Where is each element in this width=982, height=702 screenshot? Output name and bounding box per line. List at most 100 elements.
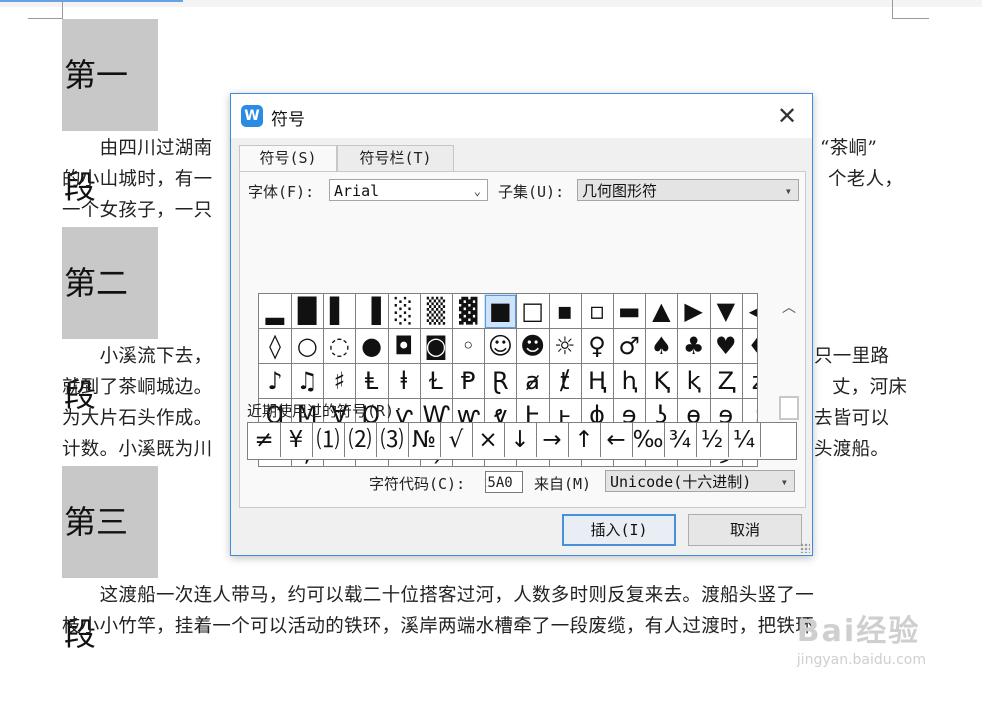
symbol-cell[interactable]: █ bbox=[291, 294, 325, 329]
paragraph-3[interactable]: 这渡船一次连人带马，约可以载二十位搭客过河，人数多时则反复来去。渡船头竖了一 枝… bbox=[62, 580, 814, 642]
char-code-value: 25A0 bbox=[486, 475, 513, 491]
close-icon[interactable]: ✕ bbox=[771, 100, 803, 132]
heading-3[interactable]: 第三段 bbox=[62, 466, 158, 653]
heading-1[interactable]: 第一段 bbox=[62, 19, 158, 206]
recent-symbol-cell[interactable]: ¥ bbox=[280, 423, 313, 457]
dialog-titlebar[interactable]: W 符号 ✕ bbox=[231, 94, 812, 138]
heading-2[interactable]: 第二段 bbox=[62, 227, 158, 414]
font-label: 字体(F): bbox=[248, 183, 315, 201]
scroll-thumb[interactable] bbox=[779, 396, 799, 420]
symbol-cell[interactable]: ♠ bbox=[645, 328, 679, 364]
symbol-cell[interactable]: ▬ bbox=[613, 294, 647, 329]
symbol-cell[interactable]: ⱪ bbox=[677, 363, 711, 399]
recent-symbol-cell[interactable]: ½ bbox=[696, 423, 729, 457]
paragraph-1-right[interactable]: “茶峒” 个老人， bbox=[820, 133, 903, 195]
symbol-cell[interactable]: Ⱬ bbox=[709, 363, 743, 399]
margin-mark-left bbox=[28, 0, 63, 19]
recent-symbol-cell[interactable]: ¾ bbox=[664, 423, 697, 457]
symbol-cell[interactable]: ▓ bbox=[452, 294, 486, 329]
subset-select[interactable]: 几何图形符 ▾ bbox=[577, 179, 799, 201]
recent-symbol-cell[interactable]: → bbox=[536, 423, 569, 457]
recent-symbol-cell[interactable]: № bbox=[408, 423, 441, 457]
symbol-cell[interactable]: ☼ bbox=[548, 328, 582, 364]
symbol-cell[interactable]: ◊ bbox=[259, 328, 292, 364]
cancel-button[interactable]: 取消 bbox=[688, 514, 802, 546]
symbol-cell[interactable]: ▐ bbox=[355, 294, 389, 329]
resize-grip-icon[interactable] bbox=[800, 543, 810, 553]
recent-symbol-cell[interactable]: ↑ bbox=[568, 423, 601, 457]
symbol-cell[interactable]: ♥ bbox=[709, 328, 743, 364]
symbol-cell[interactable]: ◦ bbox=[452, 328, 486, 364]
symbol-cell[interactable]: Ⱨ bbox=[581, 363, 614, 399]
symbol-cell[interactable]: ⱡ bbox=[387, 363, 421, 399]
symbol-cell[interactable]: ▫ bbox=[581, 294, 614, 329]
symbol-cell[interactable]: ○ bbox=[291, 328, 325, 364]
recent-symbol-cell[interactable]: ¼ bbox=[728, 423, 761, 457]
symbol-cell[interactable]: ● bbox=[355, 328, 389, 364]
recent-symbol-cell[interactable]: √ bbox=[440, 423, 473, 457]
char-code-input[interactable]: 25A0 bbox=[485, 471, 523, 493]
tab-symbols[interactable]: 符号(S) bbox=[239, 145, 337, 172]
symbol-cell[interactable]: ⱥ bbox=[516, 363, 550, 399]
symbol-cell[interactable]: ◀ bbox=[742, 294, 757, 329]
paragraph-line: 只一里路 bbox=[814, 346, 890, 367]
symbol-cell[interactable]: ♦ bbox=[742, 329, 757, 364]
symbol-cell[interactable]: Ⱡ bbox=[355, 363, 389, 399]
paragraph-line: 计数。小溪既为川 bbox=[62, 439, 213, 460]
recent-symbol-cell[interactable]: ⑴ bbox=[312, 423, 345, 457]
symbol-cell[interactable]: ▌ bbox=[323, 294, 357, 329]
symbol-cell[interactable]: ♪ bbox=[259, 363, 292, 399]
paragraph-2[interactable]: 小溪流下去， 就到了茶峒城边。 为大片石头作成。 计数。小溪既为川 bbox=[62, 341, 212, 465]
font-select[interactable]: Arial ⌄ bbox=[329, 179, 488, 201]
symbol-dialog: W 符号 ✕ 符号(S) 符号栏(T) 字体(F): Arial ⌄ 子集(U)… bbox=[230, 93, 813, 556]
symbol-cell[interactable]: ☻ bbox=[516, 328, 550, 364]
symbol-cell[interactable]: ◘ bbox=[387, 328, 421, 364]
symbol-cell[interactable]: ▶ bbox=[677, 294, 711, 329]
symbol-cell[interactable]: ▂ bbox=[259, 294, 292, 329]
symbol-cell[interactable]: ⱨ bbox=[613, 363, 647, 399]
scroll-up-icon[interactable]: ︿ bbox=[774, 297, 804, 319]
subset-select-value: 几何图形符 bbox=[582, 182, 658, 200]
font-select-value: Arial bbox=[334, 182, 380, 200]
symbol-cell[interactable]: □ bbox=[516, 294, 550, 329]
recent-symbol-cell[interactable]: ↓ bbox=[504, 423, 537, 457]
symbol-cell[interactable]: Ɫ bbox=[420, 363, 453, 399]
symbol-cell[interactable]: Ɽ bbox=[484, 363, 518, 399]
symbol-cell[interactable]: ☺ bbox=[484, 328, 518, 364]
recent-symbol-cell[interactable]: ≠ bbox=[248, 423, 281, 457]
symbol-cell[interactable]: ▪ bbox=[548, 294, 582, 329]
recent-symbol-cell[interactable]: ‰ bbox=[632, 423, 665, 457]
paragraph-line: 一个女孩子，一只 bbox=[62, 200, 213, 221]
symbol-cell[interactable]: ⱬ bbox=[742, 364, 757, 399]
recent-symbol-cell[interactable]: ← bbox=[600, 423, 633, 457]
paragraph-line: 去皆可以 bbox=[814, 408, 890, 429]
symbol-cell[interactable]: ⱦ bbox=[548, 363, 582, 399]
encoding-select-value: Unicode(十六进制) bbox=[610, 473, 752, 491]
insert-button[interactable]: 插入(I) bbox=[562, 514, 676, 546]
symbol-cell[interactable]: ◌ bbox=[323, 328, 357, 364]
symbol-cell[interactable]: ▒ bbox=[420, 294, 453, 329]
encoding-select[interactable]: Unicode(十六进制) ▾ bbox=[605, 470, 795, 492]
symbol-cell[interactable]: Ᵽ bbox=[452, 363, 486, 399]
symbol-cell[interactable]: ♂ bbox=[613, 328, 647, 364]
symbol-cell[interactable]: ♫ bbox=[291, 363, 325, 399]
symbol-cell[interactable]: Ⱪ bbox=[645, 363, 679, 399]
wps-app-icon: W bbox=[241, 105, 263, 127]
tab-symbol-bar[interactable]: 符号栏(T) bbox=[337, 145, 454, 171]
symbol-cell[interactable]: ◙ bbox=[420, 328, 453, 364]
recent-symbol-cell[interactable]: ⑵ bbox=[344, 423, 377, 457]
symbol-cell[interactable]: ░ bbox=[387, 294, 421, 329]
symbol-cell[interactable]: ♀ bbox=[581, 328, 614, 364]
symbol-cell[interactable]: ♯ bbox=[323, 363, 357, 399]
paragraph-line: 头渡船。 bbox=[814, 439, 890, 460]
paragraph-2-right[interactable]: 只一里路 丈，河床 去皆可以 头渡船。 bbox=[814, 341, 907, 465]
symbol-cell[interactable]: ♣ bbox=[677, 328, 711, 364]
paragraph-1[interactable]: 由四川过湖南 的小山城时，有一 一个女孩子，一只 bbox=[62, 133, 212, 226]
symbol-cell[interactable]: ▲ bbox=[645, 294, 679, 329]
paragraph-line: 小溪流下去， bbox=[62, 346, 213, 367]
symbol-cell[interactable]: ■ bbox=[484, 294, 518, 329]
ruler-strip bbox=[0, 0, 982, 7]
symbol-cell[interactable]: ▼ bbox=[709, 294, 743, 329]
recent-symbol-cell[interactable]: ⑶ bbox=[376, 423, 409, 457]
recent-symbol-cell[interactable]: × bbox=[472, 423, 505, 457]
